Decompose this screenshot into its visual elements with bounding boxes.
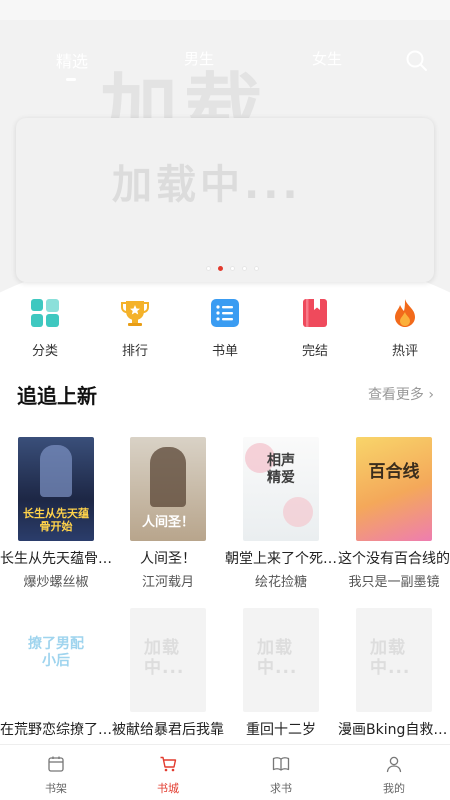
nav-bookstore[interactable]: 书城 <box>112 745 224 800</box>
cover-title: 撩了男配小后 <box>28 636 84 669</box>
quick-menu: 分类 排行 书单 完结 热评 <box>0 294 450 360</box>
bookshelf-icon <box>48 756 64 772</box>
cover-title: 百合线 <box>368 462 420 482</box>
section-header: 追追上新 查看更多 › <box>0 374 450 414</box>
search-icon <box>406 50 427 71</box>
quick-item-finished[interactable]: 完结 <box>270 294 360 360</box>
nav-label: 我的 <box>383 782 405 795</box>
carousel-dot[interactable] <box>206 266 211 271</box>
nav-label: 求书 <box>270 782 292 795</box>
book-cover-placeholder[interactable]: 加载中... <box>243 608 319 712</box>
book-title: 重回十二岁 <box>246 722 316 738</box>
book-card[interactable]: 长生从先天蕴骨开始 长生从先天蕴骨开始 爆炒螺丝椒 <box>0 437 112 597</box>
book-title: 在荒野恋综撩了个小后 <box>0 722 112 738</box>
cover-loading-text: 加载中... <box>144 638 185 678</box>
top-tab-bar: 精选 男生 女生 <box>0 40 450 84</box>
quick-item-label: 书单 <box>211 344 238 359</box>
tab-male[interactable]: 男生 <box>184 48 214 69</box>
banner-placeholder-text: 加载中... <box>112 162 302 208</box>
quick-item-label: 分类 <box>31 344 58 359</box>
carousel-dot-active[interactable] <box>218 266 223 271</box>
finished-book-icon <box>303 299 327 327</box>
book-title: 这个没有百合线的 <box>338 551 450 567</box>
nav-label: 书城 <box>157 782 179 795</box>
book-cover-placeholder[interactable]: 加载中... <box>356 608 432 712</box>
quick-item-hot-comments[interactable]: 热评 <box>360 294 450 360</box>
trophy-icon <box>121 301 149 326</box>
book-author: 爆炒螺丝椒 <box>23 575 89 590</box>
cover-title: 相声精爱 <box>267 453 295 486</box>
book-author: 绘花捡糖 <box>254 575 307 590</box>
cover-title: 人间圣！ <box>141 515 194 530</box>
quick-item-booklist[interactable]: 书单 <box>180 294 270 360</box>
cover-title: 长生从先天蕴骨开始 <box>23 507 89 533</box>
quick-item-ranking[interactable]: 排行 <box>90 294 180 360</box>
book-card[interactable]: 人间圣！ 人间圣！ 江河载月 <box>112 437 224 597</box>
view-more-link[interactable]: 查看更多 › <box>368 384 434 404</box>
carousel-dots <box>206 266 259 272</box>
book-title: 漫画Bking自救指南 <box>338 722 450 738</box>
carousel-dot[interactable] <box>254 266 259 271</box>
cover-figure <box>40 445 72 497</box>
section-title: 追追上新 <box>17 384 97 408</box>
bottom-nav: 书架 书城 求书 我的 <box>0 744 450 800</box>
quick-item-label: 排行 <box>121 344 148 359</box>
nav-profile[interactable]: 我的 <box>338 745 450 800</box>
user-icon <box>386 756 402 773</box>
quick-item-label: 热评 <box>391 344 418 359</box>
book-cover[interactable]: 长生从先天蕴骨开始 <box>18 437 94 541</box>
book-cover[interactable]: 人间圣！ <box>130 437 206 541</box>
nav-label: 书架 <box>45 782 67 795</box>
flame-icon <box>395 299 415 327</box>
book-title: 人间圣！ <box>140 551 196 567</box>
search-button[interactable] <box>404 48 430 74</box>
nav-bookshelf[interactable]: 书架 <box>0 745 112 800</box>
book-cover[interactable]: 百合线 <box>356 437 432 541</box>
book-author: 江河载月 <box>141 575 194 590</box>
book-card[interactable]: 相声精爱 朝堂上来了个死对头 绘花捡糖 <box>225 437 337 597</box>
book-title: 朝堂上来了个死对头 <box>225 551 337 567</box>
book-title: 被献给暴君后我靠 <box>112 722 224 738</box>
tab-featured[interactable]: 精选 <box>56 48 88 72</box>
carousel-dot[interactable] <box>242 266 247 271</box>
cover-loading-text: 加载中... <box>257 638 298 678</box>
book-author: 我只是一副墨镜 <box>348 575 440 590</box>
book-card[interactable]: 百合线 这个没有百合线的 我只是一副墨镜 <box>338 437 450 597</box>
book-cover[interactable]: 相声精爱 <box>243 437 319 541</box>
quick-item-category[interactable]: 分类 <box>0 294 90 360</box>
carousel-dot[interactable] <box>230 266 235 271</box>
status-bar <box>0 0 450 20</box>
category-icon <box>31 299 59 327</box>
book-cover[interactable]: 撩了男配小后 <box>18 608 94 712</box>
banner-carousel[interactable]: 加载中... <box>16 118 434 282</box>
cover-loading-text: 加载中... <box>370 638 411 678</box>
nav-request-book[interactable]: 求书 <box>225 745 337 800</box>
quick-item-label: 完结 <box>301 344 328 359</box>
cart-icon <box>160 756 177 772</box>
booklist-icon <box>211 299 239 327</box>
tab-indicator <box>66 78 76 81</box>
tab-female[interactable]: 女生 <box>312 48 342 69</box>
book-title: 长生从先天蕴骨开始 <box>0 551 112 567</box>
cover-flower <box>283 497 313 527</box>
cover-figure <box>150 447 186 507</box>
book-cover-placeholder[interactable]: 加载中... <box>130 608 206 712</box>
open-book-icon <box>272 757 290 771</box>
